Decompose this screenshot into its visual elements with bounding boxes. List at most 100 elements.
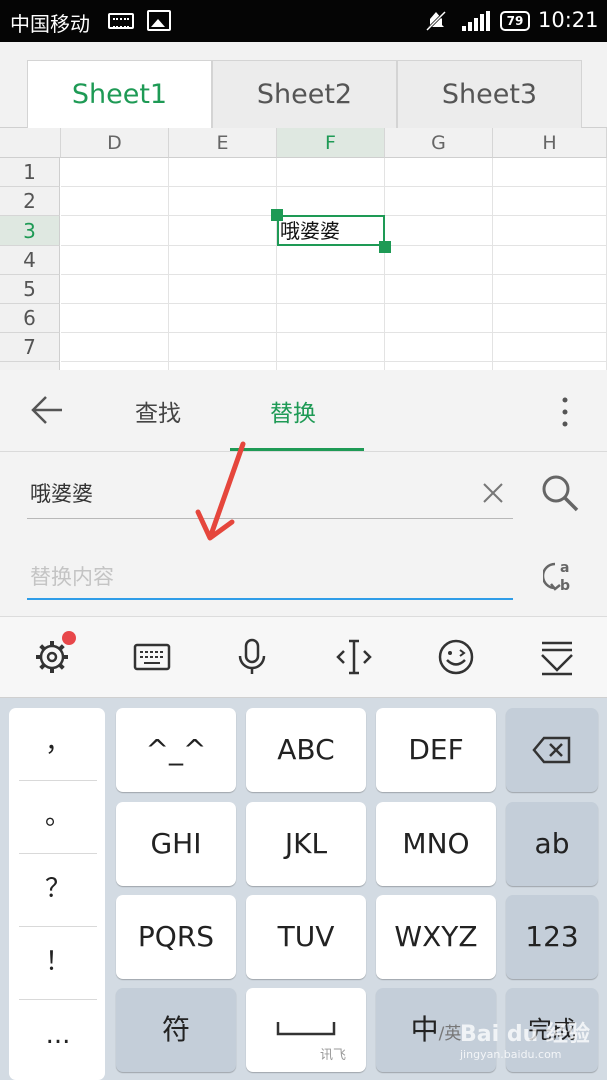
grid-cell[interactable] (493, 158, 607, 187)
row-header-3[interactable]: 3 (0, 216, 60, 246)
status-bar: 中国移动 79 10:21 (0, 0, 607, 42)
grid-cell[interactable] (493, 187, 607, 216)
grid-cell[interactable] (385, 333, 493, 362)
cursor-move-icon[interactable] (334, 637, 374, 677)
key-ab-mode[interactable]: ab (506, 802, 598, 886)
grid-cell[interactable] (277, 158, 385, 187)
row-header-6[interactable]: 6 (0, 304, 60, 333)
grid-cell[interactable] (493, 304, 607, 333)
grid-cell[interactable] (61, 362, 169, 370)
key-tuv[interactable]: TUV (246, 895, 366, 979)
back-arrow-icon[interactable] (30, 392, 66, 428)
grid-cell[interactable] (385, 362, 493, 370)
svg-text:a: a (560, 560, 569, 576)
tab-replace[interactable]: 替换 (270, 394, 316, 428)
space-key[interactable]: 讯飞 (246, 988, 366, 1072)
search-icon[interactable] (540, 473, 580, 513)
keyboard-icon[interactable] (132, 637, 172, 677)
row-header-5[interactable]: 5 (0, 275, 60, 304)
punct-key-question[interactable]: ？ (19, 854, 97, 927)
grid-cell[interactable] (277, 187, 385, 216)
grid-cell[interactable] (385, 246, 493, 275)
punct-key-ellipsis[interactable]: ... (19, 1000, 97, 1073)
grid-cell[interactable] (169, 275, 277, 304)
selection-handle-top-left[interactable] (271, 209, 283, 221)
tab-sheet1[interactable]: Sheet1 (27, 60, 212, 128)
replace-input[interactable] (27, 556, 513, 600)
tab-find[interactable]: 查找 (135, 394, 181, 428)
grid-cell[interactable] (169, 246, 277, 275)
find-input[interactable]: 哦婆婆 (30, 478, 93, 508)
hide-keyboard-icon[interactable] (537, 637, 577, 677)
grid-cell[interactable] (61, 158, 169, 187)
punct-key-comma[interactable]: ， (19, 708, 97, 781)
key-ghi[interactable]: GHI (116, 802, 236, 886)
watermark-url: jingyan.baidu.com (460, 1048, 562, 1061)
grid-cell[interactable] (277, 362, 385, 370)
grid-cell[interactable] (169, 187, 277, 216)
key-pqrs[interactable]: PQRS (116, 895, 236, 979)
row-header-8[interactable] (0, 362, 60, 370)
grid-cell[interactable] (169, 362, 277, 370)
mute-icon (425, 10, 447, 32)
row-header-7[interactable]: 7 (0, 333, 60, 362)
column-header-f[interactable]: F (277, 128, 385, 158)
backspace-key[interactable] (506, 708, 598, 792)
column-header-e[interactable]: E (169, 128, 277, 158)
column-header-h[interactable]: H (493, 128, 607, 158)
column-header-g[interactable]: G (385, 128, 493, 158)
panel-divider (0, 451, 607, 452)
grid-cell[interactable] (169, 216, 277, 246)
key-abc[interactable]: ABC (246, 708, 366, 792)
grid-cell[interactable] (277, 275, 385, 304)
lang-key-sub: /英 (438, 1024, 462, 1044)
row-header-1[interactable]: 1 (0, 158, 60, 187)
grid-cell[interactable] (169, 158, 277, 187)
more-options-icon[interactable] (555, 394, 575, 430)
grid-cell[interactable] (277, 333, 385, 362)
key-jkl[interactable]: JKL (246, 802, 366, 886)
status-time: 10:21 (538, 8, 599, 32)
grid-cell[interactable] (493, 362, 607, 370)
key-symbols[interactable]: 符 (116, 988, 236, 1072)
grid-cell[interactable] (277, 304, 385, 333)
spreadsheet-grid: D E F G H 1 2 3 4 5 6 7 哦婆婆 (0, 128, 607, 370)
key-def[interactable]: DEF (376, 708, 496, 792)
emoji-icon[interactable] (436, 637, 476, 677)
grid-cell[interactable] (169, 333, 277, 362)
column-header-d[interactable]: D (61, 128, 169, 158)
grid-cell[interactable] (61, 187, 169, 216)
grid-cell[interactable] (493, 216, 607, 246)
row-header-4[interactable]: 4 (0, 246, 60, 275)
grid-cell[interactable] (385, 275, 493, 304)
punct-key-period[interactable]: 。 (19, 781, 97, 854)
grid-cell[interactable] (385, 216, 493, 246)
grid-cell[interactable] (385, 187, 493, 216)
key-emoticon[interactable]: ^_^ (116, 708, 236, 792)
clear-icon[interactable] (482, 482, 504, 504)
key-mno[interactable]: MNO (376, 802, 496, 886)
grid-cell[interactable] (277, 246, 385, 275)
grid-cell[interactable] (61, 304, 169, 333)
grid-cell[interactable] (493, 246, 607, 275)
punct-key-exclaim[interactable]: ！ (19, 927, 97, 1000)
grid-cell[interactable] (493, 333, 607, 362)
key-wxyz[interactable]: WXYZ (376, 895, 496, 979)
replace-icon[interactable]: a b (543, 556, 577, 596)
row-header-2[interactable]: 2 (0, 187, 60, 216)
grid-cell[interactable] (61, 246, 169, 275)
key-123-mode[interactable]: 123 (506, 895, 598, 979)
grid-cell[interactable] (61, 216, 169, 246)
corner-cell[interactable] (0, 128, 61, 158)
grid-cell[interactable] (61, 333, 169, 362)
grid-cell[interactable] (61, 275, 169, 304)
grid-cell[interactable] (385, 158, 493, 187)
tab-sheet2[interactable]: Sheet2 (212, 60, 397, 128)
grid-cell[interactable] (493, 275, 607, 304)
grid-cell[interactable] (169, 304, 277, 333)
tab-sheet3[interactable]: Sheet3 (397, 60, 582, 128)
microphone-icon[interactable] (232, 637, 272, 677)
grid-cell[interactable] (385, 304, 493, 333)
selection-handle-bottom-right[interactable] (379, 241, 391, 253)
signal-icon (462, 11, 490, 31)
